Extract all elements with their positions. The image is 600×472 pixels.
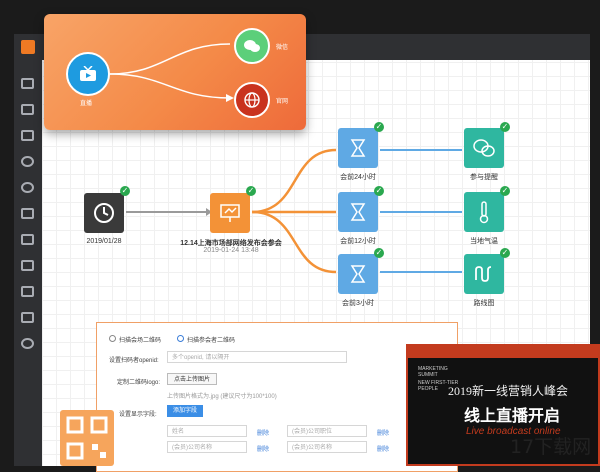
- wait-node-1-label: 会前24小时: [340, 174, 376, 181]
- wait-node-2-label: 会前12小时: [340, 238, 376, 245]
- field-select-2b[interactable]: (会员)公司名称: [287, 441, 367, 453]
- hourglass-icon: [350, 139, 366, 157]
- openid-label: 设置扫码者openid:: [109, 358, 159, 364]
- check-icon: ✓: [500, 122, 510, 132]
- action-node-1[interactable]: [464, 128, 504, 168]
- check-icon: ✓: [374, 186, 384, 196]
- action-node-2-label: 当地气温: [470, 238, 498, 245]
- live-tv-icon[interactable]: [66, 52, 110, 96]
- event-node[interactable]: [210, 193, 250, 233]
- field-select-1a[interactable]: 姓名: [167, 425, 247, 437]
- delete-link[interactable]: 删除: [377, 444, 389, 453]
- channel-popup: 直播 微信 官网: [44, 14, 306, 130]
- route-icon: [475, 266, 492, 282]
- wechat-channel-icon[interactable]: [234, 28, 270, 64]
- delete-link[interactable]: 删除: [257, 428, 269, 437]
- wait-node-3[interactable]: [338, 254, 378, 294]
- field-select-2a[interactable]: (会员)公司名称: [167, 441, 247, 453]
- banner-stripe: [408, 346, 598, 358]
- hourglass-icon: [350, 203, 366, 221]
- upload-hint: 上传图片格式为.jpg (建议尺寸为100*100): [167, 394, 277, 400]
- check-icon: ✓: [120, 186, 130, 196]
- wait-node-2[interactable]: [338, 192, 378, 232]
- delete-link[interactable]: 删除: [257, 444, 269, 453]
- start-node-label: 2019/01/28: [86, 238, 122, 245]
- banner-small-text-1: MARKETING SUMMIT: [418, 366, 448, 378]
- wait-node-3-label: 会前3小时: [342, 300, 374, 307]
- popup-source-label: 直播: [80, 101, 93, 107]
- check-icon: ✓: [374, 248, 384, 258]
- globe-channel-icon[interactable]: [234, 82, 270, 118]
- radio-attendee-qr[interactable]: [177, 335, 184, 342]
- event-node-date: 2019-01-24 13:48: [203, 247, 259, 254]
- presentation-icon: [220, 204, 240, 222]
- action-node-1-label: 参与提醒: [470, 174, 498, 181]
- hourglass-icon: [350, 265, 366, 283]
- action-node-3-label: 路线图: [473, 300, 495, 307]
- site-watermark: 17下载网: [510, 436, 592, 458]
- radio-venue-qr[interactable]: [109, 335, 116, 342]
- qr-settings-form: 扫描会场二维码 扫描参会者二维码 设置扫码者openid: 多个openid, …: [96, 322, 458, 472]
- banner-title: 2019新一线营销人峰会: [448, 384, 569, 398]
- fields-label: 设置显示字段:: [119, 412, 157, 418]
- banner-subtitle: 线上直播开启: [464, 408, 561, 425]
- check-icon: ✓: [500, 186, 510, 196]
- popup-top-label: 微信: [276, 45, 289, 51]
- check-icon: ✓: [246, 186, 256, 196]
- qr-code-icon: [60, 410, 114, 466]
- openid-input[interactable]: 多个openid, 请以隔开: [167, 351, 347, 363]
- action-node-3[interactable]: [464, 254, 504, 294]
- logo-label: 定制二维码logo:: [117, 380, 161, 386]
- upload-image-button[interactable]: 点击上传图片: [167, 373, 218, 385]
- delete-link[interactable]: 删除: [377, 428, 389, 437]
- wechat-icon: [473, 139, 495, 157]
- check-icon: ✓: [374, 122, 384, 132]
- add-field-button[interactable]: 添加字段: [167, 405, 204, 417]
- field-select-1b[interactable]: (会员)公司职位: [287, 425, 367, 437]
- thermometer-icon: [479, 201, 489, 224]
- start-node[interactable]: [84, 193, 124, 233]
- radio-venue-label: 扫描会场二维码: [119, 338, 162, 344]
- clock-icon: [94, 203, 114, 223]
- popup-bottom-label: 官网: [276, 99, 289, 105]
- connector-event-wait1: [251, 148, 337, 214]
- wait-node-1[interactable]: [338, 128, 378, 168]
- radio-attendee-label: 扫描参会者二维码: [187, 338, 236, 344]
- check-icon: ✓: [500, 248, 510, 258]
- action-node-2[interactable]: [464, 192, 504, 232]
